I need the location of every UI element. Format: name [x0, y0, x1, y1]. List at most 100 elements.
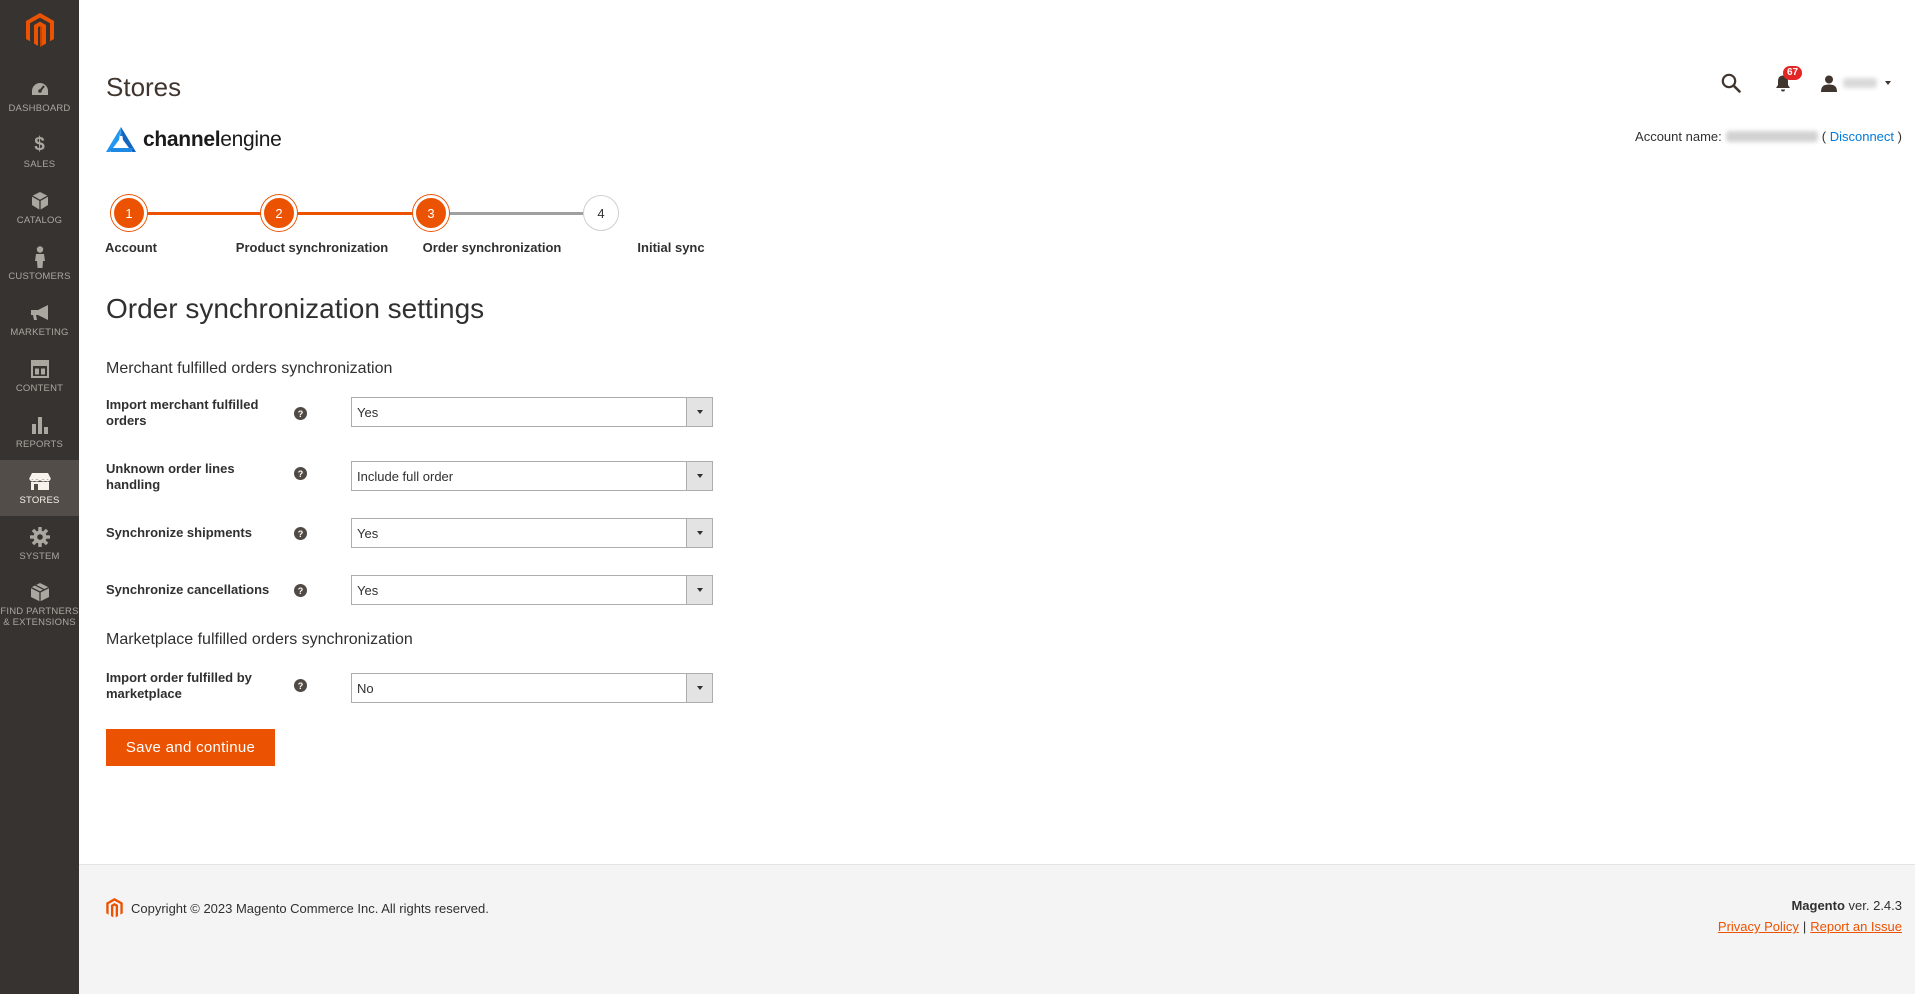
brand-name-light: engine	[220, 128, 282, 151]
channelengine-wordmark: channelengine	[143, 128, 282, 152]
select-value: Yes	[357, 404, 379, 420]
channelengine-mark-icon	[106, 127, 136, 152]
footer-copyright: Copyright © 2023 Magento Commerce Inc. A…	[106, 898, 489, 918]
synchronize-cancellations-select[interactable]: Yes	[351, 575, 713, 605]
customer-person-icon	[29, 246, 51, 268]
dropdown-arrow	[686, 576, 712, 604]
import-merchant-orders-select[interactable]: Yes	[351, 397, 713, 427]
nav-dashboard[interactable]: DASHBOARD	[0, 68, 79, 124]
chevron-down-icon	[696, 686, 703, 690]
help-icon[interactable]: ?	[294, 407, 307, 420]
dropdown-arrow	[686, 462, 712, 490]
nav-label: SALES	[23, 159, 56, 170]
storefront-icon	[28, 470, 51, 492]
chevron-down-icon	[696, 531, 703, 535]
nav-customers[interactable]: CUSTOMERS	[0, 236, 79, 292]
version-info: Magento ver. 2.4.3	[1718, 898, 1902, 913]
help-icon[interactable]: ?	[294, 679, 307, 692]
step-number: 4	[597, 205, 605, 221]
nav-label: SYSTEM	[19, 551, 60, 562]
dropdown-arrow	[686, 398, 712, 426]
bar-chart-icon	[29, 414, 51, 436]
nav-label: STORES	[19, 495, 60, 506]
form-title: Order synchronization settings	[106, 293, 485, 324]
nav-system[interactable]: SYSTEM	[0, 516, 79, 572]
notifications-button[interactable]: 67	[1771, 66, 1803, 95]
merchant-section-title: Merchant fulfilled orders synchronizatio…	[106, 360, 393, 377]
step-number: 3	[427, 205, 435, 221]
unknown-order-lines-select[interactable]: Include full order	[351, 461, 713, 491]
nav-marketing[interactable]: MARKETING	[0, 292, 79, 348]
field-label: Synchronize cancellations	[106, 582, 270, 597]
report-issue-link[interactable]: Report an Issue	[1810, 919, 1902, 934]
chevron-down-icon	[696, 410, 703, 414]
help-icon[interactable]: ?	[294, 584, 307, 597]
step-number: 2	[275, 205, 283, 221]
step-3-circle: 3	[413, 195, 449, 231]
search-icon	[1721, 73, 1741, 93]
step-3-label: Order synchronization	[422, 240, 562, 255]
nav-content[interactable]: CONTENT	[0, 348, 79, 404]
magento-brand: Magento	[1791, 898, 1845, 913]
nav-reports[interactable]: REPORTS	[0, 404, 79, 460]
field-label: Import merchant fulfilled orders	[106, 397, 259, 428]
save-and-continue-button[interactable]: Save and continue	[106, 729, 275, 766]
close-paren: )	[1897, 129, 1902, 144]
admin-user-menu[interactable]	[1821, 75, 1891, 92]
nav-label: DASHBOARD	[8, 103, 71, 114]
help-icon[interactable]: ?	[294, 527, 307, 540]
nav-find-partners-extensions[interactable]: FIND PARTNERS & EXTENSIONS	[0, 572, 79, 636]
select-value: Yes	[357, 582, 379, 598]
username-redacted	[1843, 78, 1877, 88]
magento-logo[interactable]	[0, 0, 79, 68]
nav-catalog[interactable]: CATALOG	[0, 180, 79, 236]
import-marketplace-orders-select[interactable]: No	[351, 673, 713, 703]
step-4-circle: 4	[583, 195, 619, 231]
version-text: ver. 2.4.3	[1844, 898, 1902, 913]
footer-links: Privacy Policy | Report an Issue	[1718, 919, 1902, 934]
synchronize-shipments-select[interactable]: Yes	[351, 518, 713, 548]
main-content: Stores 67 channelengine Account name: ( …	[79, 0, 1915, 864]
nav-label: CATALOG	[16, 215, 63, 226]
help-icon[interactable]: ?	[294, 467, 307, 480]
field-label: Unknown order lines handling	[106, 461, 235, 492]
chevron-down-icon	[696, 588, 703, 592]
notification-count-badge: 67	[1783, 66, 1803, 80]
account-info: Account name: ( Disconnect )	[1635, 129, 1902, 144]
field-label: Synchronize shipments	[106, 525, 252, 540]
user-icon	[1821, 75, 1837, 92]
chevron-down-icon	[696, 474, 703, 478]
chevron-down-icon	[1885, 81, 1891, 85]
gear-icon	[29, 526, 51, 548]
nav-label: REPORTS	[15, 439, 64, 450]
step-2-label: Product synchronization	[235, 240, 389, 255]
catalog-box-icon	[29, 190, 51, 212]
channelengine-logo: channelengine	[106, 126, 282, 154]
select-value: Yes	[357, 525, 379, 541]
copyright-text: Copyright © 2023 Magento Commerce Inc. A…	[131, 900, 489, 916]
header-actions: 67	[1719, 66, 1891, 95]
select-value: No	[357, 680, 374, 696]
nav-label: CUSTOMERS	[8, 271, 71, 282]
megaphone-icon	[29, 302, 51, 324]
footer-meta: Magento ver. 2.4.3 Privacy Policy | Report…	[1718, 898, 1902, 934]
privacy-policy-link[interactable]: Privacy Policy	[1718, 919, 1799, 934]
account-name-label: Account name:	[1635, 129, 1722, 144]
step-1-circle: 1	[111, 195, 147, 231]
disconnect-link[interactable]: Disconnect	[1830, 129, 1894, 144]
step-1-label: Account	[105, 240, 157, 255]
nav-label: FIND PARTNERS & EXTENSIONS	[0, 605, 79, 628]
page-footer: Copyright © 2023 Magento Commerce Inc. A…	[79, 864, 1915, 994]
field-label: Import order fulfilled by marketplace	[106, 670, 252, 701]
global-search-button[interactable]	[1719, 71, 1743, 95]
nav-sales[interactable]: $ SALES	[0, 124, 79, 180]
nav-label: CONTENT	[15, 383, 64, 394]
nav-stores[interactable]: STORES	[0, 460, 79, 516]
dollar-icon: $	[34, 134, 45, 155]
open-paren: (	[1821, 129, 1827, 144]
dashboard-icon	[29, 78, 51, 100]
magento-footer-logo-icon	[106, 898, 123, 918]
dropdown-arrow	[686, 519, 712, 547]
select-value: Include full order	[357, 468, 454, 484]
dropdown-arrow	[686, 674, 712, 702]
